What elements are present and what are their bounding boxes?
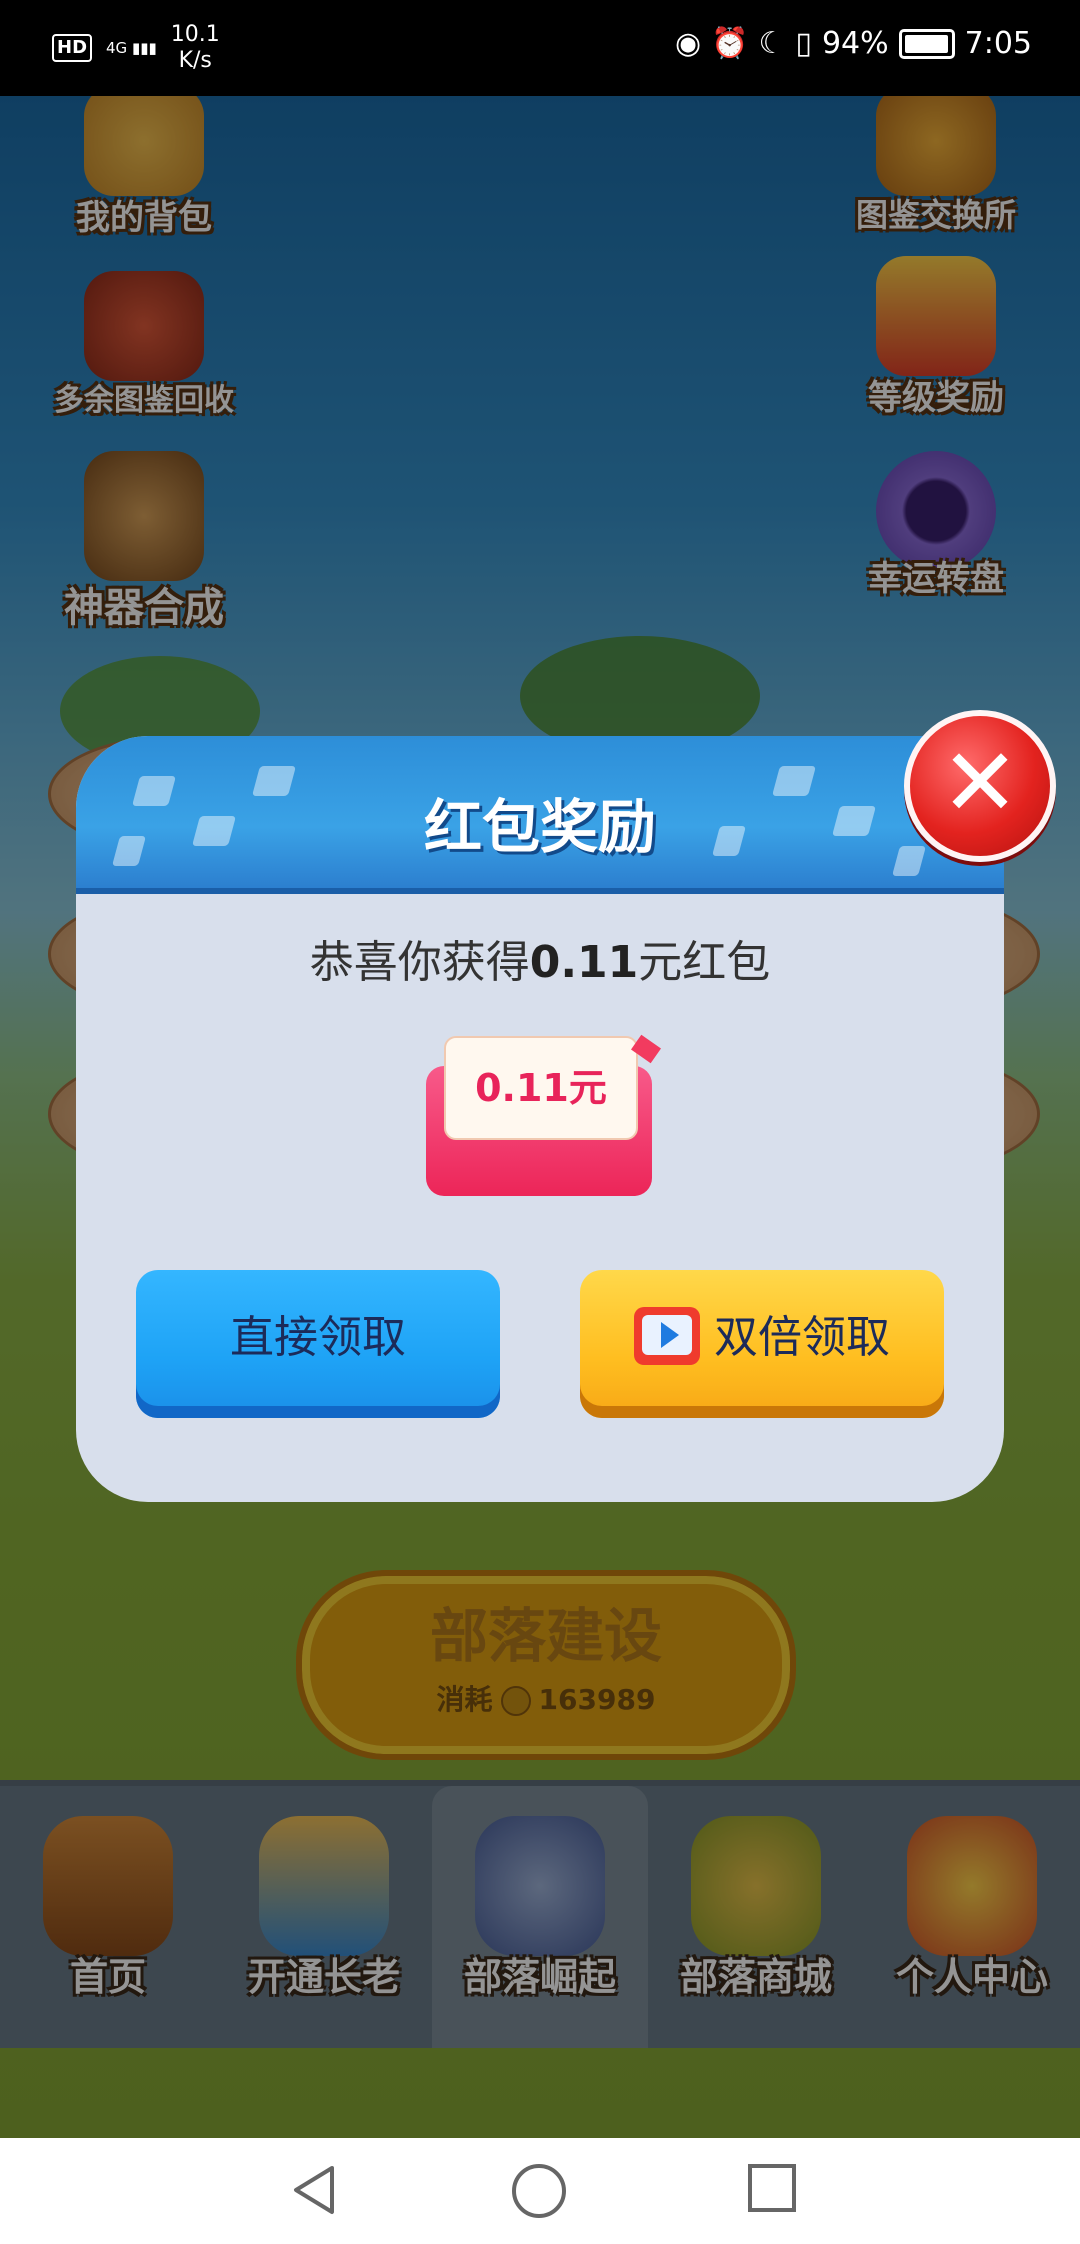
status-right: ◉ ⏰ ☾ ▯ 94% 7:05 xyxy=(675,26,1032,61)
home-icon[interactable] xyxy=(512,2164,566,2218)
close-dialog-button[interactable]: ✕ xyxy=(904,710,1056,862)
claim-direct-label: 直接领取 xyxy=(230,1312,406,1363)
claim-double-label: 双倍领取 xyxy=(714,1312,890,1363)
claim-double-button[interactable]: 双倍领取 xyxy=(580,1270,944,1418)
recents-icon[interactable] xyxy=(748,2164,796,2212)
status-bar: HD 4G ▮▮▮ 10.1 K/s ◉ ⏰ ☾ ▯ 94% 7:05 xyxy=(0,0,1080,96)
reward-message: 恭喜你获得0.11元红包 xyxy=(76,926,1004,990)
dialog-header: 红包奖励 xyxy=(76,736,1004,894)
network-indicator: 4G ▮▮▮ xyxy=(106,40,157,56)
moon-icon: ☾ xyxy=(758,26,786,61)
network-label: 4G xyxy=(106,39,128,57)
battery-percent: 94% xyxy=(821,26,889,61)
net-speed: 10.1 K/s xyxy=(171,22,220,74)
net-speed-unit: K/s xyxy=(178,48,212,73)
net-speed-value: 10.1 xyxy=(170,22,220,47)
close-icon: ✕ xyxy=(940,729,1020,838)
red-envelope-icon: 0.11元 xyxy=(426,1034,661,1196)
envelope-amount: 0.11元 xyxy=(444,1036,638,1140)
dialog-title: 红包奖励 xyxy=(423,793,656,861)
vibrate-icon: ▯ xyxy=(795,26,812,61)
video-ad-icon xyxy=(634,1307,700,1365)
claim-direct-button[interactable]: 直接领取 xyxy=(136,1270,500,1418)
reward-message-prefix: 恭喜你获得 xyxy=(309,937,530,988)
red-packet-dialog: 红包奖励 恭喜你获得0.11元红包 0.11元 直接领取 双倍领取 xyxy=(76,736,1004,1502)
system-nav-bar xyxy=(0,2138,1080,2244)
status-left: HD 4G ▮▮▮ 10.1 K/s xyxy=(52,22,220,74)
reward-message-suffix: 元红包 xyxy=(638,937,771,988)
hd-badge: HD xyxy=(52,34,93,62)
clock: 7:05 xyxy=(964,26,1032,61)
eye-icon: ◉ xyxy=(674,26,702,61)
alarm-icon: ⏰ xyxy=(711,26,749,61)
back-icon[interactable] xyxy=(290,2164,336,2216)
signal-icon: ▮▮▮ xyxy=(131,39,157,57)
reward-amount: 0.11 xyxy=(529,937,639,988)
battery-icon xyxy=(898,28,955,59)
